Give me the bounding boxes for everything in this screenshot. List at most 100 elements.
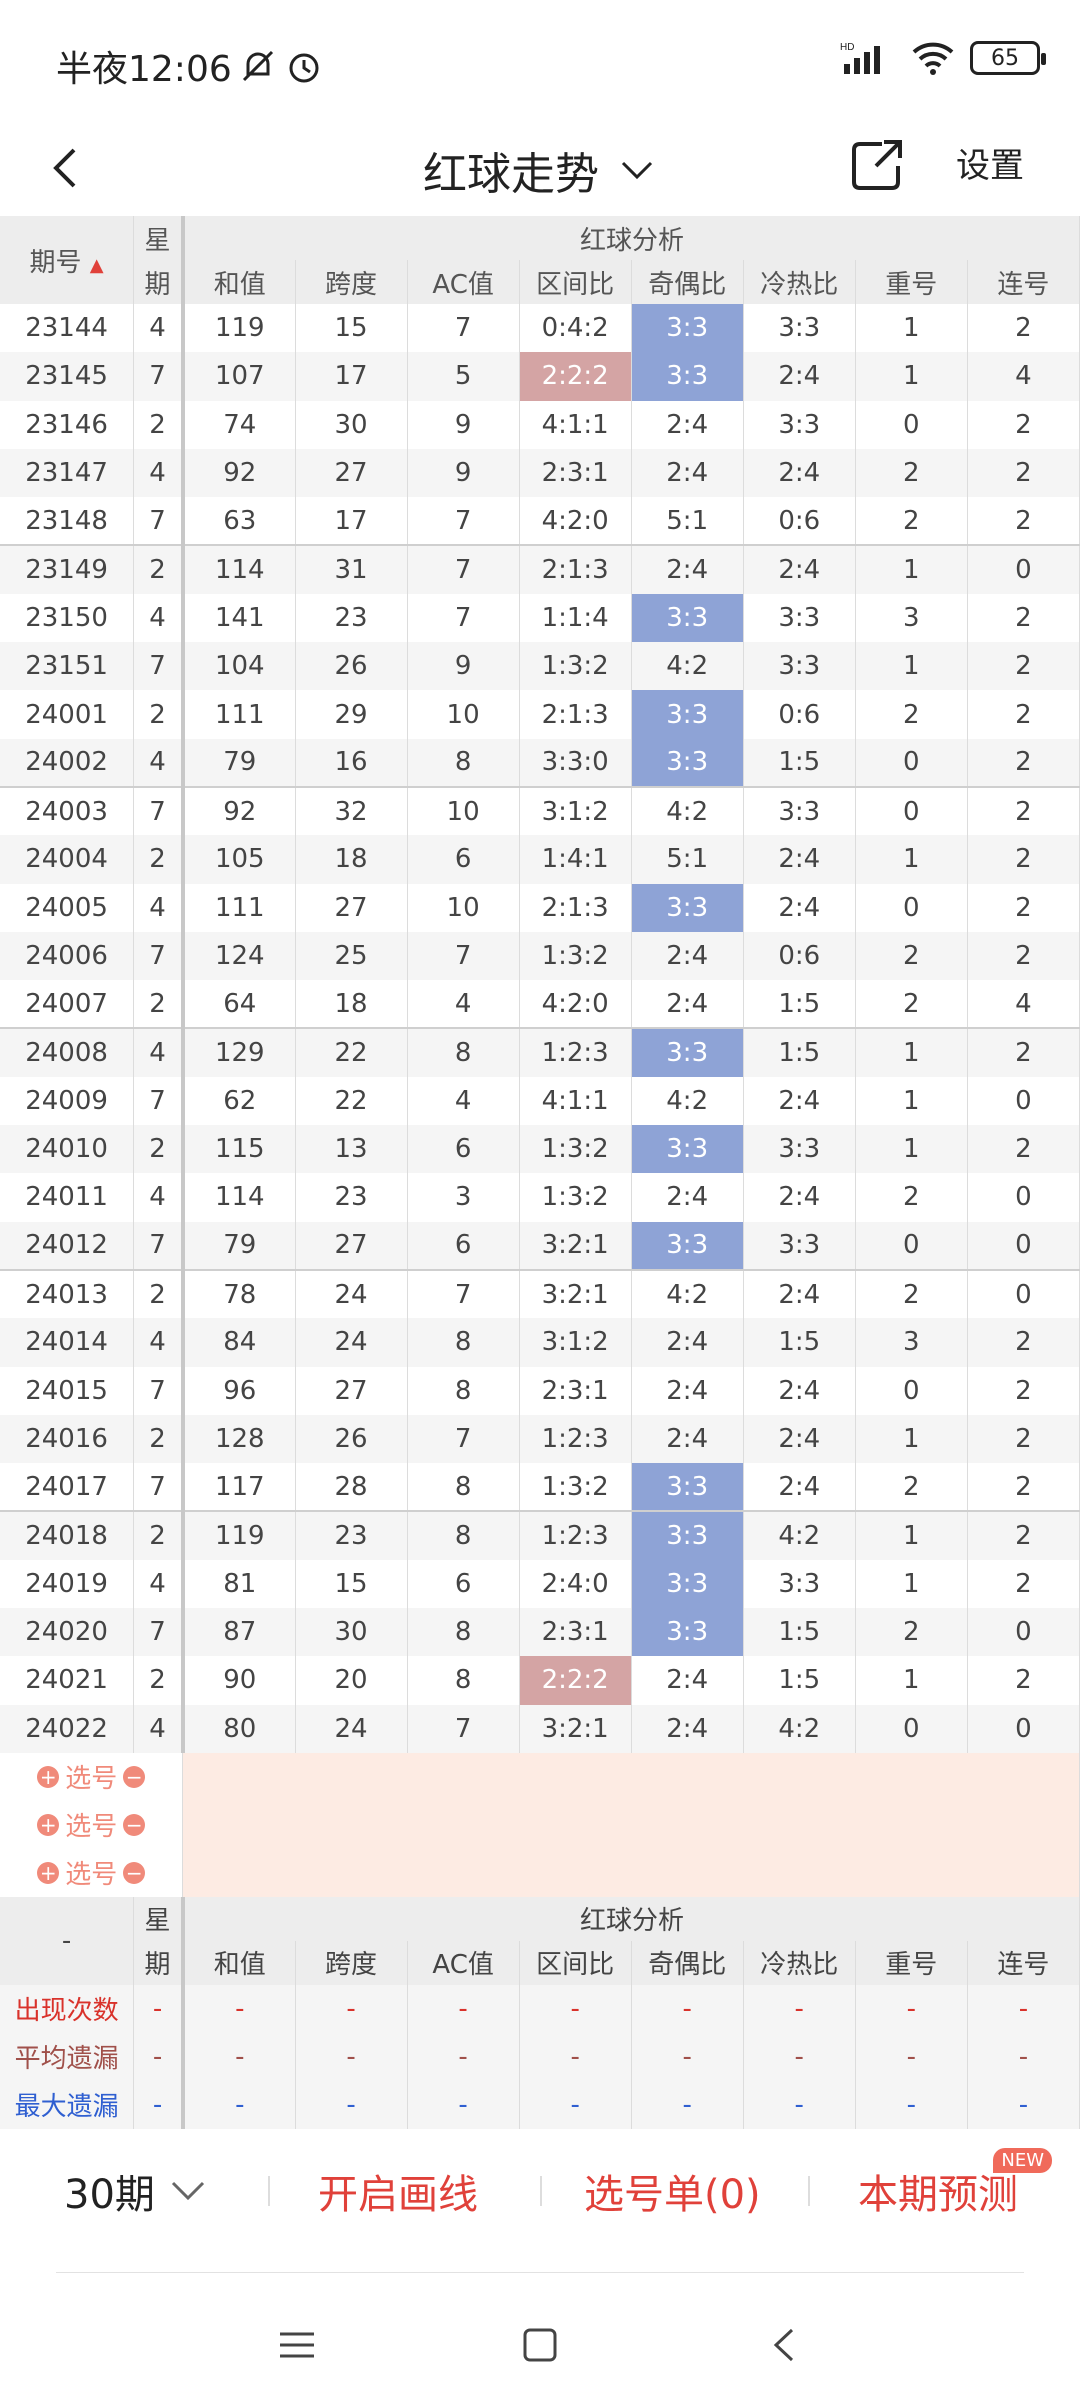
value-cell: 9 [407, 448, 520, 498]
value-cell: 1 [855, 304, 968, 353]
weekday-cell: 2 [133, 1510, 185, 1560]
pick-cell[interactable] [182, 1800, 1080, 1849]
period-cell: 24019 [0, 1559, 135, 1609]
value-cell: 141 [182, 593, 296, 643]
value-cell: 0 [967, 1076, 1080, 1126]
pick-row[interactable]: + 选号 − [0, 1848, 184, 1897]
period-cell: 24007 [0, 980, 135, 1029]
pick-row[interactable]: + 选号 − [0, 1752, 184, 1801]
pick-row[interactable]: + 选号 − [0, 1800, 184, 1849]
minus-icon[interactable]: − [123, 1765, 146, 1788]
mute-bell-icon [242, 50, 273, 82]
value-cell: 1:5 [743, 1318, 856, 1367]
sort-icon: ▲ [89, 254, 104, 276]
value-cell: 23 [295, 1510, 408, 1560]
trend-table: 期号 ▲ 星 红球分析 期 和值 跨度 AC值 区间比 奇偶比 冷热比 重号 连… [0, 216, 1080, 2129]
value-cell: 2 [855, 1463, 968, 1512]
value-cell: 13 [295, 1125, 408, 1174]
pick-cell[interactable] [182, 1752, 1080, 1801]
back-icon[interactable] [760, 2320, 810, 2370]
value-cell: 1:3:2 [519, 931, 632, 981]
bottom-bar: 30期 开启画线 选号单(0) 本期预测 NEW [0, 2134, 1080, 2274]
red-ball-analysis-header: 红球分析 [182, 1896, 1080, 1941]
value-cell: 4:2:0 [519, 980, 632, 1029]
period-cell: 23145 [0, 352, 135, 401]
value-cell: 32 [295, 785, 408, 836]
value-cell: 2:4 [631, 931, 744, 981]
pick-cell[interactable] [182, 1848, 1080, 1897]
period-cell: 23146 [0, 400, 135, 449]
value-cell: 4:2 [743, 1704, 856, 1753]
pick-area: + 选号 − + 选号 − + 选号 − [0, 1752, 1080, 1897]
value-cell: 30 [295, 400, 408, 449]
signal-icon: HD [840, 42, 880, 74]
value-cell: 2:4 [631, 400, 744, 449]
value-cell: 3:3 [743, 642, 856, 691]
settings-button[interactable]: 设置 [956, 138, 1024, 187]
stats-value: - [295, 2032, 408, 2081]
value-cell: 15 [295, 1559, 408, 1609]
value-cell: 7 [407, 1704, 520, 1753]
value-cell: 1 [855, 1656, 968, 1705]
weekday-cell: 2 [133, 835, 185, 884]
draw-lines-button[interactable]: 开启画线 [318, 2162, 478, 2220]
value-cell: 2:4 [743, 883, 856, 932]
value-cell: 4:2 [631, 1076, 744, 1126]
value-cell: 7 [407, 304, 520, 353]
value-cell: 3:3 [743, 1125, 856, 1174]
value-cell: 2 [855, 1608, 968, 1657]
value-cell: 2 [855, 497, 968, 546]
share-icon[interactable] [842, 130, 912, 200]
value-cell: 1:3:2 [519, 1125, 632, 1174]
table-row: 24009 7 62 22 4 4:1:1 4:2 2:4 1 0 [0, 1076, 1080, 1126]
stats-value: - [519, 2080, 632, 2129]
table-row: 23145 7 107 17 5 2:2:2 3:3 2:4 1 4 [0, 352, 1080, 401]
value-cell: 3:1:2 [519, 1318, 632, 1367]
value-cell: 1:5 [743, 1027, 856, 1077]
minus-icon[interactable]: − [123, 1813, 146, 1836]
weekday-cell: 4 [133, 738, 185, 787]
col-header: 跨度 [295, 1940, 408, 1985]
value-cell: 2:3:1 [519, 1366, 632, 1415]
value-cell: 7 [407, 497, 520, 546]
value-cell: 78 [182, 1268, 296, 1319]
value-cell: 0 [855, 1704, 968, 1753]
value-cell: 8 [407, 1510, 520, 1560]
weekday-cell: 4 [133, 883, 185, 932]
value-cell: 0 [967, 1268, 1080, 1319]
plus-icon[interactable]: + [37, 1813, 60, 1836]
value-cell: 2 [967, 1414, 1080, 1464]
plus-icon[interactable]: + [37, 1765, 60, 1788]
value-cell: 2 [967, 1463, 1080, 1512]
weekday-cell: 7 [133, 931, 185, 981]
value-cell: 4:2 [743, 1510, 856, 1560]
minus-icon[interactable]: − [123, 1861, 146, 1884]
value-cell: 0 [855, 738, 968, 787]
pick-list-button[interactable]: 选号单(0) [584, 2162, 761, 2220]
weekday-cell: 4 [133, 1318, 185, 1367]
period-header[interactable]: 期号 ▲ [0, 216, 135, 304]
value-cell: 3 [407, 1173, 520, 1222]
period-selector[interactable]: 30期 [64, 2162, 207, 2220]
table-row: 24006 7 124 25 7 1:3:2 2:4 0:6 2 2 [0, 931, 1080, 981]
stats-value: - [519, 1984, 632, 2033]
value-cell: 7 [407, 593, 520, 643]
home-icon[interactable] [515, 2320, 565, 2370]
value-cell: 27 [295, 1366, 408, 1415]
stats-row: 最大遗漏 - - - - - - - - - [0, 2080, 1080, 2129]
value-cell: 1 [855, 1510, 968, 1560]
col-header: 和值 [182, 1940, 296, 1985]
stats-corner: - [0, 1896, 135, 1985]
value-cell: 2:4 [631, 1656, 744, 1705]
plus-icon[interactable]: + [37, 1861, 60, 1884]
value-cell: 0 [855, 1366, 968, 1415]
value-cell: 2:4 [743, 1076, 856, 1126]
weekday-cell: 4 [133, 1559, 185, 1609]
value-cell: 2 [855, 690, 968, 739]
table-row: 24003 7 92 32 10 3:1:2 4:2 3:3 0 2 [0, 785, 1080, 836]
menu-icon[interactable] [272, 2320, 322, 2370]
value-cell: 0 [967, 1704, 1080, 1753]
stats-value: - [855, 2032, 968, 2081]
page-title[interactable]: 红球走势 [0, 138, 1080, 202]
value-cell: 1 [855, 1027, 968, 1077]
